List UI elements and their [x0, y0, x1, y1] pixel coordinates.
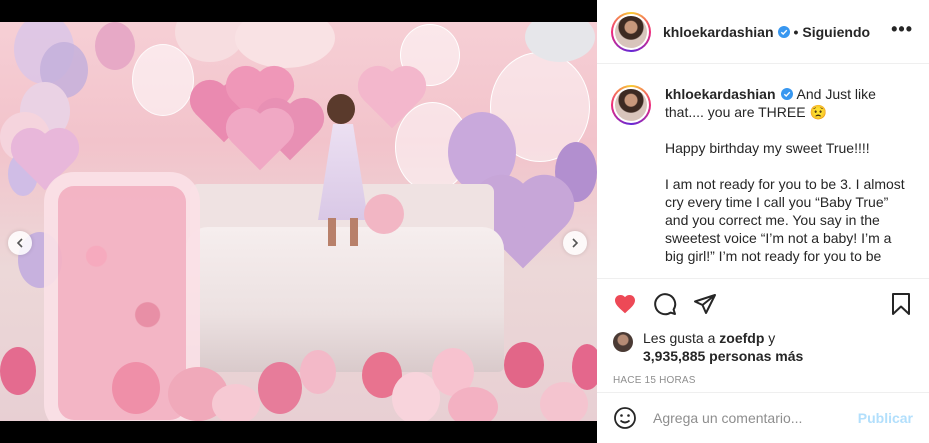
share-icon[interactable] — [693, 292, 717, 316]
balloon — [235, 22, 335, 68]
balloon — [300, 350, 336, 394]
likes-text: Les gusta a zoefdp y 3,935,885 personas … — [643, 329, 803, 365]
carousel-prev-button[interactable] — [8, 231, 32, 255]
balloon — [448, 387, 498, 421]
emoji-icon[interactable] — [613, 406, 637, 430]
more-options-button[interactable]: ••• — [891, 20, 913, 44]
balloon — [258, 362, 302, 414]
liker-avatar[interactable] — [613, 332, 633, 352]
heart-icon[interactable] — [613, 292, 637, 316]
girl-dress — [318, 124, 368, 220]
heart-balloon — [231, 113, 289, 171]
likes-joiner: y — [768, 330, 776, 346]
post-header: khloekardashian • Siguiendo ••• — [597, 0, 929, 64]
carousel-next-button[interactable] — [563, 231, 587, 255]
balloon — [0, 347, 36, 395]
caption-body: khloekardashian And Just like that.... y… — [665, 85, 913, 278]
verified-badge-icon — [781, 86, 794, 100]
instagram-post: khloekardashian • Siguiendo ••• khloekar… — [0, 0, 929, 443]
verified-badge-icon — [777, 25, 790, 38]
liker-username[interactable]: zoefdp — [719, 330, 764, 346]
media-letterbox-top — [0, 0, 597, 22]
balloon — [572, 344, 597, 390]
avatar-image — [615, 89, 647, 121]
girl-leg — [350, 218, 358, 246]
avatar[interactable] — [611, 11, 651, 52]
likes-prefix: Les gusta a — [643, 330, 716, 346]
balloon — [504, 342, 544, 388]
avatar-image — [615, 15, 647, 48]
chevron-right-icon — [572, 238, 579, 248]
caption-username[interactable]: khloekardashian — [665, 86, 776, 102]
avatar-frame — [613, 87, 649, 123]
balloon — [212, 384, 260, 421]
likes-summary: Les gusta a zoefdp y 3,935,885 personas … — [613, 329, 913, 365]
comment-form: Publicar — [597, 392, 929, 443]
balloon — [364, 194, 404, 234]
post-caption: khloekardashian And Just like that.... y… — [597, 65, 929, 278]
girl-head — [327, 94, 355, 124]
comment-input[interactable] — [653, 410, 858, 426]
action-icons — [613, 291, 913, 317]
post-sidebar: khloekardashian • Siguiendo ••• khloekar… — [597, 0, 929, 443]
caption-avatar[interactable] — [611, 85, 651, 125]
balloon — [112, 362, 160, 414]
header-username[interactable]: khloekardashian — [663, 24, 774, 40]
caption-text-line3: I am not ready for you to be 3. I almost… — [665, 176, 905, 264]
chevron-left-icon — [16, 238, 23, 248]
bookmark-icon[interactable] — [889, 292, 913, 316]
following-button[interactable]: Siguiendo — [802, 24, 870, 40]
media-letterbox-bottom — [0, 421, 597, 443]
balloon — [95, 22, 135, 70]
post-timestamp[interactable]: HACE 15 HORAS — [613, 375, 913, 386]
publish-button[interactable]: Publicar — [858, 410, 913, 426]
girl-leg — [328, 218, 336, 246]
likes-count[interactable]: 3,935,885 personas más — [643, 348, 803, 364]
avatar-frame — [613, 13, 649, 50]
balloon — [132, 44, 194, 116]
header-separator: • — [793, 23, 799, 40]
post-actions: Les gusta a zoefdp y 3,935,885 personas … — [597, 278, 929, 386]
caption-text-line2: Happy birthday my sweet True!!!! — [665, 140, 870, 156]
comment-icon[interactable] — [653, 292, 677, 316]
post-photo[interactable] — [0, 22, 597, 421]
